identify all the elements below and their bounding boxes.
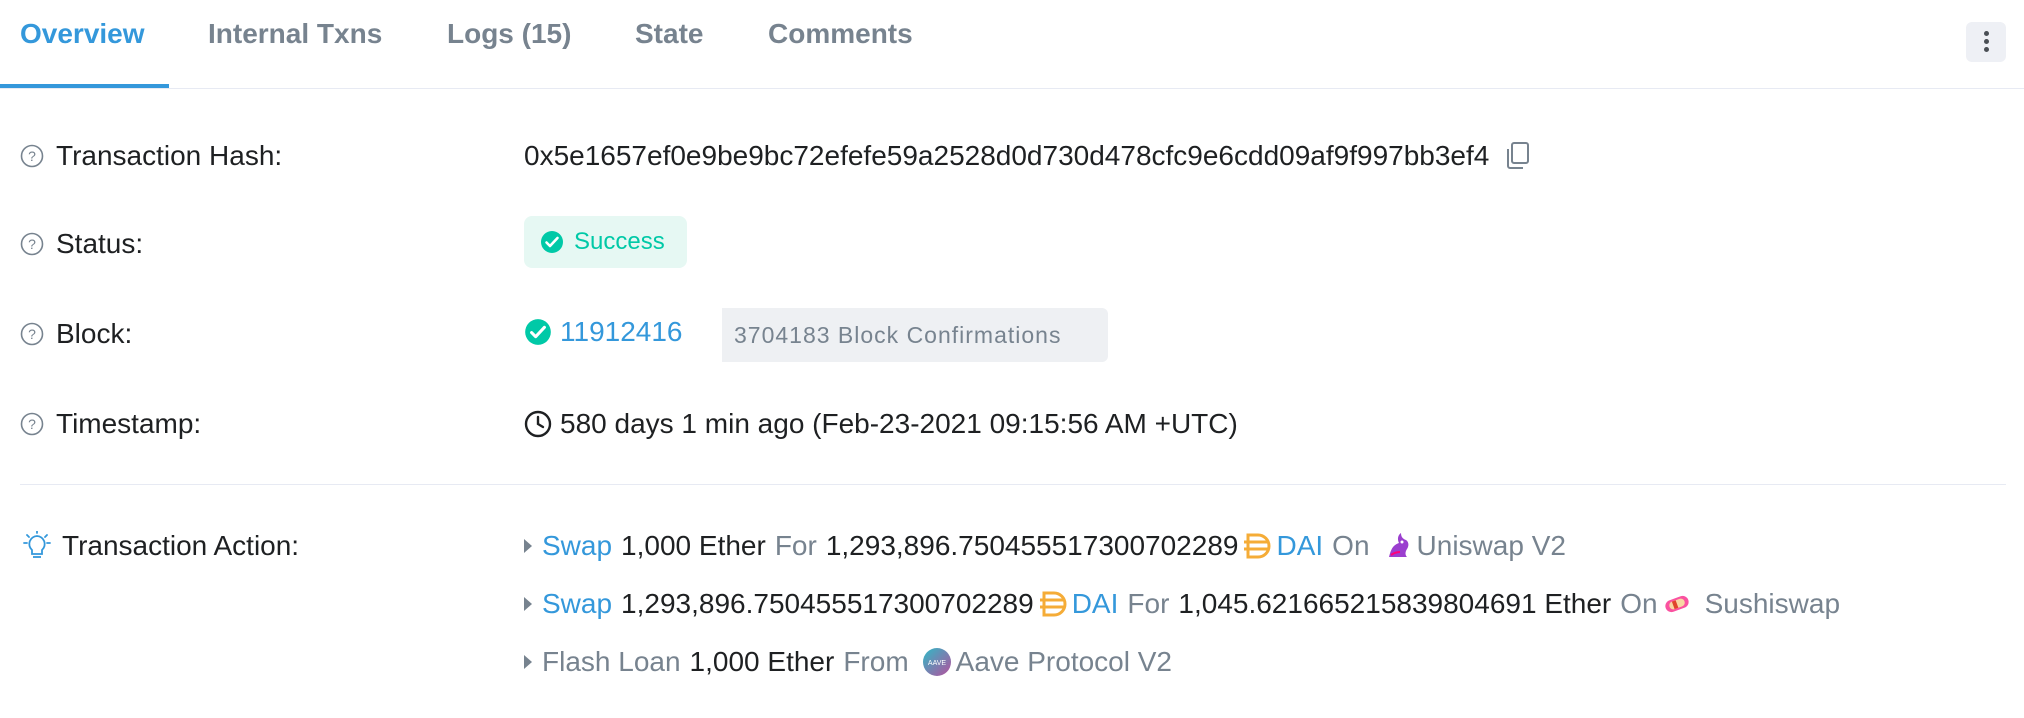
block-label-row: ? Block: (20, 318, 132, 350)
action-connector: For (1127, 588, 1170, 619)
tx-hash-value: 0x5e1657ef0e9be9bc72efefe59a2528d0d730d4… (524, 140, 1490, 171)
active-tab-indicator (0, 84, 169, 88)
dai-icon (1038, 589, 1068, 619)
tx-hash-label: Transaction Hash: (56, 140, 283, 171)
block-value-row: 11912416 (524, 316, 683, 348)
block-confirmations-badge: 3704183 Block Confirmations (698, 308, 1108, 362)
more-vertical-icon[interactable] (1966, 22, 2006, 62)
uniswap-icon (1383, 531, 1413, 561)
question-icon[interactable]: ? (20, 144, 44, 168)
check-circle-icon (541, 231, 563, 253)
action-row-1: Swap 1,000 Ether For 1,293,896.750455517… (524, 530, 1566, 562)
action-connector: For (774, 530, 817, 561)
action-amount: 1,293,896.750455517300702289 (621, 588, 1034, 619)
svg-text:?: ? (28, 236, 36, 252)
tab-internal-txns[interactable]: Internal Txns (208, 18, 382, 50)
timestamp-label: Timestamp: (56, 408, 202, 439)
svg-text:AAVE: AAVE (928, 660, 946, 667)
protocol-name[interactable]: Aave Protocol V2 (956, 646, 1172, 678)
aave-icon: AAVE (922, 647, 952, 677)
block-label: Block: (56, 318, 133, 349)
question-icon[interactable]: ? (20, 232, 44, 256)
clock-icon (524, 410, 552, 438)
action-verb: Flash Loan (542, 646, 681, 677)
protocol-name[interactable]: Sushiswap (1705, 588, 1840, 620)
action-connector: On (1332, 530, 1370, 561)
tab-state[interactable]: State (635, 18, 703, 50)
section-divider (20, 484, 2006, 485)
sushiswap-icon (1662, 589, 1692, 619)
status-label: Status: (56, 228, 144, 259)
timestamp-label-row: ? Timestamp: (20, 408, 201, 440)
tab-overview[interactable]: Overview (20, 18, 145, 50)
lightbulb-icon (23, 531, 51, 558)
timestamp-value-row: 580 days 1 min ago (Feb-23-2021 09:15:56… (524, 408, 1238, 440)
timestamp-value: 580 days 1 min ago (Feb-23-2021 09:15:56… (560, 408, 1238, 439)
token-link[interactable]: DAI (1276, 530, 1323, 562)
tx-action-label: Transaction Action: (62, 530, 300, 561)
action-amount: 1,000 Ether (689, 646, 835, 677)
dai-icon (1242, 531, 1272, 561)
status-value-row: Success (524, 216, 687, 268)
svg-text:?: ? (28, 416, 36, 432)
copy-icon[interactable] (1505, 141, 1531, 171)
action-amount: 1,000 Ether (621, 530, 766, 561)
action-connector: On (1620, 588, 1658, 619)
question-icon[interactable]: ? (20, 322, 44, 346)
caret-right-icon[interactable] (524, 597, 532, 611)
check-circle-icon (525, 319, 551, 345)
action-verb[interactable]: Swap (542, 588, 612, 620)
confirmations-notch (698, 308, 722, 362)
tx-action-label-row: Transaction Action: (20, 530, 299, 562)
action-verb[interactable]: Swap (542, 530, 612, 562)
action-row-3: Flash Loan 1,000 Ether From AAVE Aave Pr… (524, 646, 1172, 678)
caret-right-icon[interactable] (524, 655, 532, 669)
block-number-link[interactable]: 11912416 (560, 316, 683, 348)
tab-comments[interactable]: Comments (768, 18, 913, 50)
tx-hash-label-row: ? Transaction Hash: (20, 140, 282, 172)
tab-bar: Overview Internal Txns Logs (15) State C… (0, 0, 2024, 89)
status-text: Success (574, 228, 665, 255)
tx-hash-value-row: 0x5e1657ef0e9be9bc72efefe59a2528d0d730d4… (524, 140, 1531, 172)
action-amount: 1,045.621665215839804691 Ether (1178, 588, 1612, 619)
token-link[interactable]: DAI (1072, 588, 1119, 620)
tab-logs[interactable]: Logs (15) (447, 18, 571, 50)
status-label-row: ? Status: (20, 228, 143, 260)
caret-right-icon[interactable] (524, 539, 532, 553)
action-connector: From (843, 646, 909, 677)
protocol-name[interactable]: Uniswap V2 (1417, 530, 1566, 562)
svg-text:?: ? (28, 148, 36, 164)
action-row-2: Swap 1,293,896.750455517300702289 DAI Fo… (524, 588, 1840, 620)
svg-text:?: ? (28, 326, 36, 342)
status-badge: Success (524, 216, 687, 268)
action-amount: 1,293,896.750455517300702289 (825, 530, 1239, 561)
question-icon[interactable]: ? (20, 412, 44, 436)
